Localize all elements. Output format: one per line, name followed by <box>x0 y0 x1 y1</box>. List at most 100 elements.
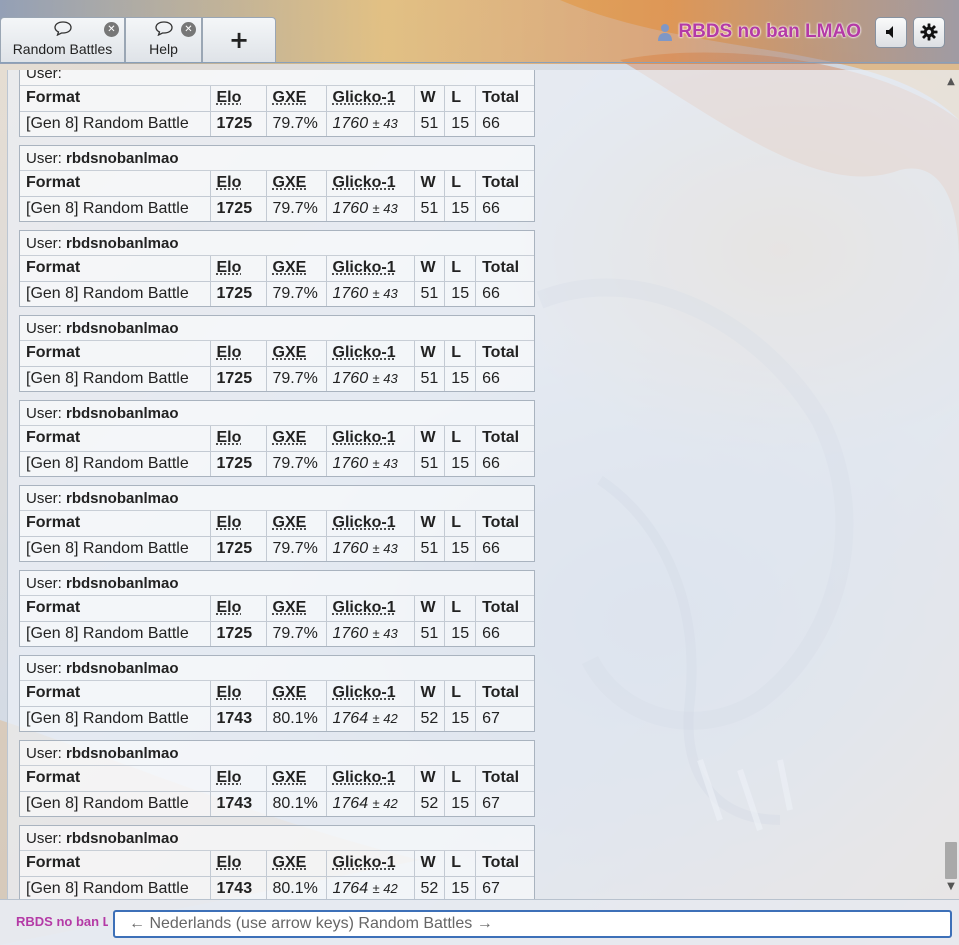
settings-button[interactable] <box>913 16 945 48</box>
table-row: [Gen 8] Random Battle 1725 79.7% 1760 ± … <box>20 450 534 476</box>
losses-cell: 15 <box>444 450 477 476</box>
table-header-row: Format Elo GXE Glicko-1 W L Total <box>20 851 534 877</box>
glicko-cell: 1760 ± 43 <box>325 110 415 136</box>
glicko-cell: 1764 ± 42 <box>325 790 415 816</box>
col-gxe-header: GXE <box>265 766 327 792</box>
table-header-row: Format Elo GXE Glicko-1 W L Total <box>20 766 534 792</box>
total-cell: 66 <box>475 450 534 476</box>
gxe-cell: 79.7% <box>265 535 327 561</box>
total-cell: 67 <box>475 790 534 816</box>
col-elo-header: Elo <box>209 171 267 197</box>
total-cell: 66 <box>475 195 534 221</box>
ladder-result-block: User: rbdsnobanlmao Format Elo GXE Glick… <box>19 145 535 222</box>
table-row: [Gen 8] Random Battle 1725 79.7% 1760 ± … <box>20 195 534 221</box>
elo-cell: 1725 <box>209 620 267 646</box>
user-line: User: rbdsnobanlmao <box>20 826 534 851</box>
user-name[interactable]: rbdsnobanlmao <box>66 660 179 677</box>
user-label: User: <box>26 745 62 762</box>
format-cell: [Gen 8] Random Battle <box>20 535 211 561</box>
total-cell: 67 <box>475 705 534 731</box>
wins-cell: 51 <box>413 535 446 561</box>
col-gxe-header: GXE <box>265 171 327 197</box>
col-w-header: W <box>413 426 446 452</box>
elo-cell: 1725 <box>209 195 267 221</box>
chat-input[interactable]: ← Nederlands (use arrow keys) Random Bat… <box>113 910 952 938</box>
scrollbar-thumb[interactable] <box>945 842 957 879</box>
user-label: User: <box>26 490 62 507</box>
user-line: User: rbdsnobanlmao <box>20 401 534 426</box>
table-header-row: Format Elo GXE Glicko-1 W L Total <box>20 171 534 197</box>
table-header-row: Format Elo GXE Glicko-1 W L Total <box>20 681 534 707</box>
total-cell: 66 <box>475 110 534 136</box>
glicko-cell: 1760 ± 43 <box>325 535 415 561</box>
user-name[interactable]: rbdsnobanlmao <box>66 320 179 337</box>
user-line: User: rbdsnobanlmao <box>20 741 534 766</box>
col-glicko-header: Glicko-1 <box>325 681 415 707</box>
table-row: [Gen 8] Random Battle 1725 79.7% 1760 ± … <box>20 620 534 646</box>
tab-bar: Random Battles ✕ Help ✕ + <box>0 17 276 62</box>
user-name[interactable]: rbdsnobanlmao <box>66 830 179 847</box>
user-name[interactable]: rbdsnobanlmao <box>66 235 179 252</box>
col-total-header: Total <box>475 86 534 112</box>
table-header-row: Format Elo GXE Glicko-1 W L Total <box>20 596 534 622</box>
losses-cell: 15 <box>444 620 477 646</box>
col-total-header: Total <box>475 596 534 622</box>
user-name[interactable]: rbdsnobanlmao <box>66 405 179 422</box>
col-w-header: W <box>413 256 446 282</box>
col-glicko-header: Glicko-1 <box>325 86 415 112</box>
col-format-header: Format <box>20 171 211 197</box>
chat-log-panel[interactable]: User: Format Elo GXE Glicko-1 W L Total … <box>7 70 959 899</box>
user-label: User: <box>26 150 62 167</box>
scrollbar[interactable]: ▲ ▼ <box>943 72 959 895</box>
close-tab-icon[interactable]: ✕ <box>181 22 196 37</box>
ladder-result-block: User: Format Elo GXE Glicko-1 W L Total … <box>19 70 535 137</box>
plus-icon: + <box>228 26 250 54</box>
user-name[interactable]: rbdsnobanlmao <box>66 745 179 762</box>
user-line: User: rbdsnobanlmao <box>20 656 534 681</box>
wins-cell: 51 <box>413 110 446 136</box>
user-name[interactable]: rbdsnobanlmao <box>66 575 179 592</box>
ladder-table: Format Elo GXE Glicko-1 W L Total [Gen 8… <box>20 256 534 306</box>
col-w-header: W <box>413 171 446 197</box>
gear-icon <box>920 23 938 41</box>
scroll-down-arrow-icon[interactable]: ▼ <box>943 879 959 895</box>
col-elo-header: Elo <box>209 681 267 707</box>
gxe-cell: 79.7% <box>265 280 327 306</box>
table-row: [Gen 8] Random Battle 1725 79.7% 1760 ± … <box>20 110 534 136</box>
col-format-header: Format <box>20 681 211 707</box>
sound-button[interactable] <box>875 16 907 48</box>
user-label: User: <box>26 575 62 592</box>
col-l-header: L <box>444 426 477 452</box>
col-l-header: L <box>444 851 477 877</box>
scroll-up-arrow-icon[interactable]: ▲ <box>943 74 959 90</box>
ladder-table: Format Elo GXE Glicko-1 W L Total [Gen 8… <box>20 341 534 391</box>
elo-cell: 1743 <box>209 790 267 816</box>
format-cell: [Gen 8] Random Battle <box>20 620 211 646</box>
elo-cell: 1743 <box>209 875 267 899</box>
ladder-table: Format Elo GXE Glicko-1 W L Total [Gen 8… <box>20 426 534 476</box>
losses-cell: 15 <box>444 705 477 731</box>
tab-random-battles[interactable]: Random Battles ✕ <box>0 17 125 62</box>
user-name[interactable]: rbdsnobanlmao <box>66 150 179 167</box>
elo-cell: 1725 <box>209 535 267 561</box>
wins-cell: 51 <box>413 620 446 646</box>
close-tab-icon[interactable]: ✕ <box>104 22 119 37</box>
new-tab-button[interactable]: + <box>202 17 276 62</box>
col-glicko-header: Glicko-1 <box>325 341 415 367</box>
format-cell: [Gen 8] Random Battle <box>20 450 211 476</box>
ladder-table: Format Elo GXE Glicko-1 W L Total [Gen 8… <box>20 511 534 561</box>
wins-cell: 51 <box>413 450 446 476</box>
col-total-header: Total <box>475 341 534 367</box>
format-cell: [Gen 8] Random Battle <box>20 110 211 136</box>
ladder-table: Format Elo GXE Glicko-1 W L Total [Gen 8… <box>20 766 534 816</box>
glicko-cell: 1760 ± 43 <box>325 450 415 476</box>
losses-cell: 15 <box>444 110 477 136</box>
tab-help[interactable]: Help ✕ <box>125 17 202 62</box>
ladder-result-block: User: rbdsnobanlmao Format Elo GXE Glick… <box>19 315 535 392</box>
user-name[interactable]: rbdsnobanlmao <box>66 490 179 507</box>
username[interactable]: RBDS no ban LMAO <box>678 21 861 43</box>
format-cell: [Gen 8] Random Battle <box>20 705 211 731</box>
gxe-cell: 80.1% <box>265 790 327 816</box>
col-w-header: W <box>413 681 446 707</box>
glicko-cell: 1764 ± 42 <box>325 705 415 731</box>
